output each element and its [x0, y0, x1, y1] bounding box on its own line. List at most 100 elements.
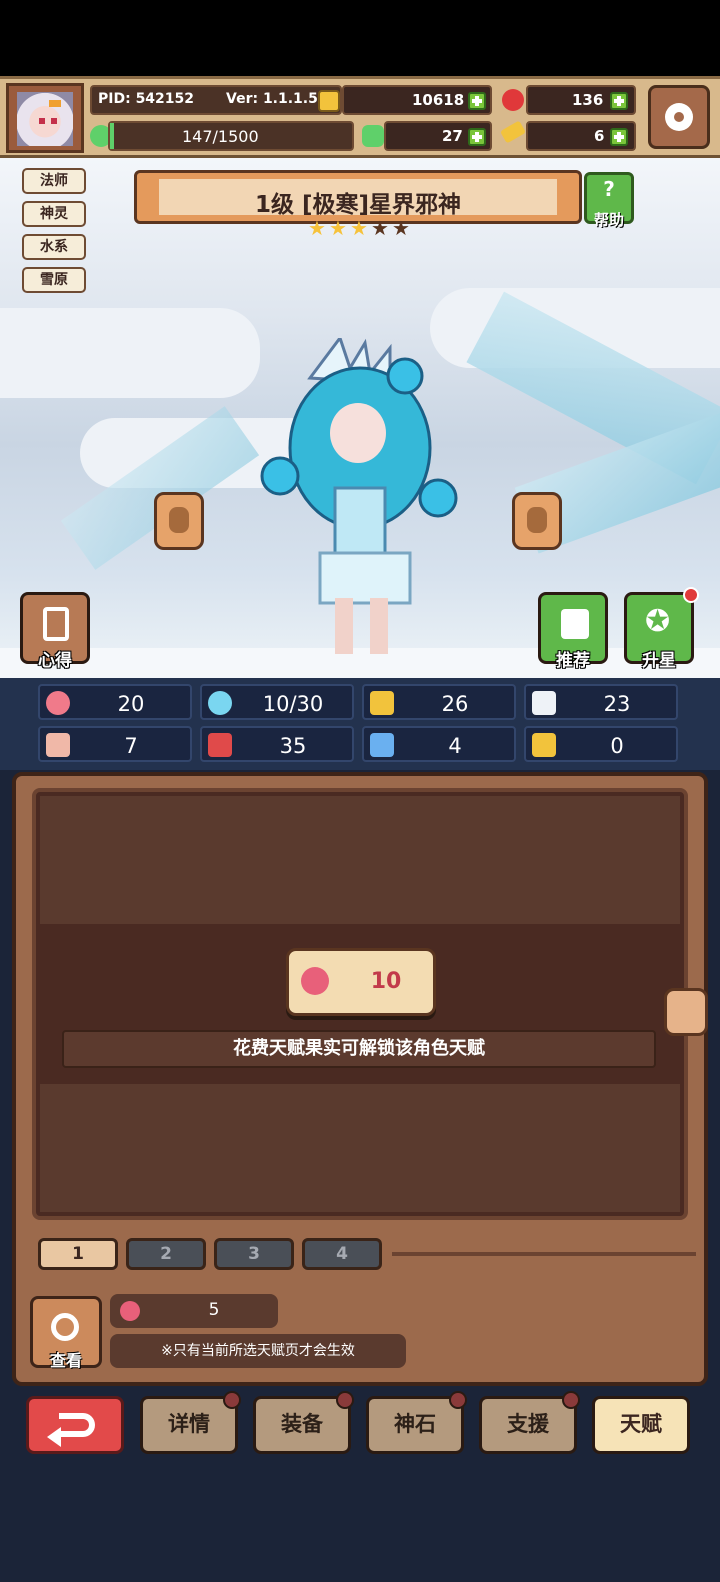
- stat-heart: 20: [38, 684, 192, 720]
- game-version: Ver: 1.1.1.5: [226, 91, 318, 107]
- talent-panel: 10 花费天赋果实可解锁该角色天赋 1234 查看 5 ※只有当前所选天赋页才会…: [12, 772, 708, 1386]
- add-clover-button[interactable]: [468, 128, 486, 146]
- talent-note: ※只有当前所选天赋页才会生效: [110, 1334, 406, 1368]
- view-label: 查看: [49, 1351, 82, 1370]
- notes-button[interactable]: 心得: [20, 592, 90, 671]
- nav-support-button[interactable]: 支援: [479, 1391, 580, 1454]
- clover-value: 27: [442, 127, 463, 145]
- shield-icon: [370, 691, 394, 715]
- next-page-arrow[interactable]: [664, 988, 708, 1036]
- energy-value: 147/1500: [182, 127, 259, 146]
- star-empty-icon: ★: [392, 216, 410, 240]
- nav-label: 详情: [168, 1412, 210, 1436]
- add-ruby-button[interactable]: [610, 92, 628, 110]
- ruby-icon: [502, 89, 524, 111]
- gold-coin-icon: [318, 90, 340, 112]
- unlock-hint: 花费天赋果实可解锁该角色天赋: [62, 1030, 656, 1068]
- energy-bar: 147/1500: [108, 121, 354, 151]
- question-icon: ?: [603, 177, 615, 201]
- stat-value: 10/30: [262, 692, 324, 716]
- stat-fist: 7: [38, 726, 192, 762]
- stat-crown: 0: [524, 726, 678, 762]
- next-hero-button[interactable]: [512, 492, 562, 550]
- hero-title: 1级 [极寒]星界邪神: [254, 192, 462, 218]
- settings-button[interactable]: [648, 85, 710, 149]
- stat-value: 35: [279, 734, 307, 758]
- star-up-label: 升星: [642, 651, 676, 671]
- stat-mana-drop: 10/30: [200, 684, 354, 720]
- talent-tab-1[interactable]: 1: [38, 1238, 118, 1270]
- ruby-counter: 136: [526, 85, 636, 115]
- notification-dot: [562, 1391, 580, 1409]
- key-counter: 6: [526, 121, 636, 151]
- owned-fruit-value: 5: [208, 1300, 220, 1320]
- notes-label: 心得: [38, 651, 72, 671]
- nav-label: 神石: [394, 1412, 436, 1436]
- nav-equipment-button[interactable]: 装备: [253, 1391, 354, 1454]
- prev-hero-button[interactable]: [154, 492, 204, 550]
- talent-slot-area: [40, 1084, 680, 1212]
- talent-page-tabs: 1234: [38, 1238, 382, 1270]
- note-icon: [43, 607, 69, 641]
- notification-dot: [683, 587, 699, 603]
- heart-icon: [46, 691, 70, 715]
- stat-value: 4: [448, 734, 462, 758]
- fist-icon: [46, 733, 70, 757]
- hero-tag: 神灵: [22, 201, 86, 227]
- star-filled-icon: ★: [329, 216, 347, 240]
- help-button[interactable]: ? 帮助: [584, 172, 634, 229]
- hero-scene: 法师 神灵 水系 雪原 1级 [极寒]星界邪神 ★ ★ ★ ★ ★ ? 帮助 心得 推荐…: [0, 158, 720, 678]
- unlock-cost-button[interactable]: 10: [286, 948, 436, 1016]
- view-button[interactable]: 查看: [30, 1296, 102, 1370]
- talent-fruit-icon: [120, 1301, 140, 1321]
- talent-tab-4[interactable]: 4: [302, 1238, 382, 1270]
- hair-clip-icon: [49, 100, 61, 107]
- nav-god-stone-button[interactable]: 神石: [366, 1391, 467, 1454]
- nav-label: 装备: [281, 1412, 323, 1436]
- hero-tag: 法师: [22, 168, 86, 194]
- stat-value: 20: [117, 692, 145, 716]
- cloud: [0, 308, 260, 398]
- player-avatar[interactable]: [6, 83, 84, 153]
- recommend-label: 推荐: [556, 651, 590, 671]
- top-bar: PID: 542152 Ver: 1.1.1.5 10618 136 147/1…: [0, 76, 720, 158]
- back-button[interactable]: [26, 1396, 124, 1454]
- star-filled-icon: ★: [350, 216, 368, 240]
- tabs-divider: [392, 1252, 696, 1256]
- pid-version-bar: PID: 542152 Ver: 1.1.1.5: [90, 85, 342, 115]
- star-up-button[interactable]: ✪ 升星: [624, 587, 699, 671]
- scroll-icon: [370, 733, 394, 757]
- wing-icon: [532, 691, 556, 715]
- stat-scroll: 4: [362, 726, 516, 762]
- talent-tab-2[interactable]: 2: [126, 1238, 206, 1270]
- star-filled-icon: ★: [308, 216, 326, 240]
- star-empty-icon: ★: [371, 216, 389, 240]
- talent-fruit-icon: [301, 967, 329, 995]
- add-gold-button[interactable]: [468, 92, 486, 110]
- key-value: 6: [594, 127, 605, 145]
- nav-details-button[interactable]: 详情: [140, 1391, 241, 1454]
- book-icon: [208, 733, 232, 757]
- notification-dot: [449, 1391, 467, 1409]
- crown-icon: [532, 733, 556, 757]
- hero-sprite: [260, 338, 458, 654]
- add-key-button[interactable]: [610, 128, 628, 146]
- ruby-value: 136: [572, 91, 604, 109]
- unlock-cost-value: 10: [370, 969, 402, 994]
- stat-value: 7: [124, 734, 138, 758]
- mana-drop-icon: [208, 691, 232, 715]
- notification-dot: [223, 1391, 241, 1409]
- clover-icon: [362, 125, 384, 147]
- stat-wing: 23: [524, 684, 678, 720]
- recommend-button[interactable]: 推荐: [538, 592, 608, 671]
- thumbs-up-icon: [561, 609, 589, 639]
- owned-fruit: 5: [110, 1294, 278, 1328]
- nav-label: 天赋: [620, 1412, 662, 1436]
- talent-tab-3[interactable]: 3: [214, 1238, 294, 1270]
- hero-stats: 20 10/30 26 23 7 35 4 0: [0, 678, 720, 770]
- notification-dot: [336, 1391, 354, 1409]
- nav-talent-button[interactable]: 天赋: [592, 1396, 690, 1454]
- gold-counter: 10618: [342, 85, 492, 115]
- status-bar: [0, 0, 720, 76]
- energy-fill: [110, 123, 114, 149]
